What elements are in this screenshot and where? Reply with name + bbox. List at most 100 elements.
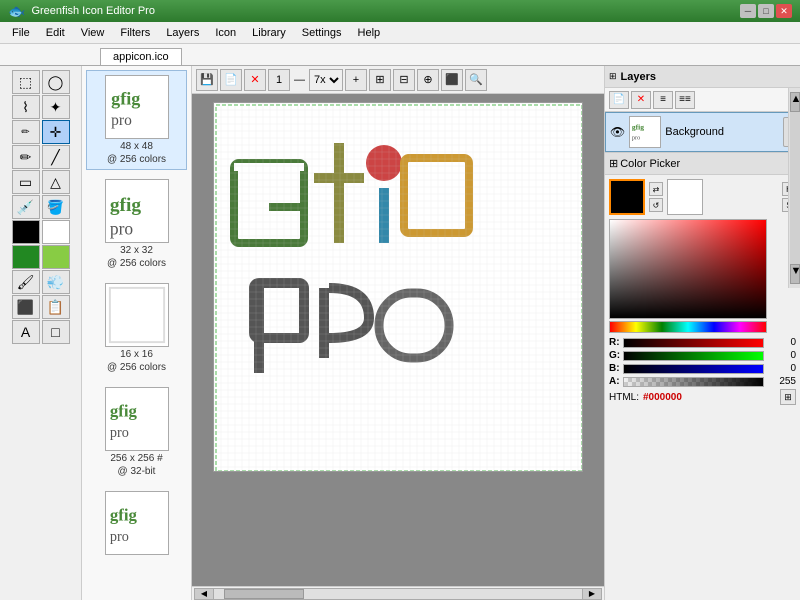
add-button[interactable]: + (345, 69, 367, 91)
lasso-tool[interactable]: ⌇ (12, 95, 40, 119)
right-panel: ⊞ Layers 📄 ✕ ≡ ≡≡ 👁 gfig pro (604, 66, 800, 600)
blue-value: 0 (768, 363, 796, 374)
delete-layer-button[interactable]: ✕ (631, 91, 651, 109)
layer-visibility-icon[interactable]: 👁 (610, 125, 625, 139)
hue-slider[interactable] (609, 321, 767, 333)
icon-item-48[interactable]: gfig pro 48 x 48 @ 256 colors (86, 70, 187, 170)
green-slider-row: G: 0 (609, 350, 796, 361)
layer-background[interactable]: 👁 gfig pro Background (605, 112, 800, 152)
alpha-slider[interactable] (623, 377, 764, 387)
tool-row-6: 💉 🪣 (2, 195, 79, 219)
foreground-color[interactable] (12, 220, 40, 244)
swap-colors-button[interactable]: ⇄ (649, 182, 663, 196)
color-picker-header[interactable]: ⊞ Color Picker (605, 153, 800, 175)
red-label: R: (609, 337, 619, 348)
layers-header[interactable]: ⊞ Layers (605, 66, 800, 88)
view-black-button[interactable]: ⬛ (441, 69, 463, 91)
close-icon-button[interactable]: ✕ (244, 69, 266, 91)
flood-fill-tool[interactable]: 🪣 (42, 195, 70, 219)
pixel-canvas[interactable]: // We'll draw the grid via JS below (213, 102, 583, 472)
scroll-up-btn[interactable]: ▲ (790, 92, 800, 112)
tool-row-3: ✏ ✛ (2, 120, 79, 144)
eraser-tool[interactable]: ✏ (12, 120, 40, 144)
icon-list-panel: gfig pro 48 x 48 @ 256 colors gfig pro 3… (82, 66, 192, 600)
new-button[interactable]: 📄 (220, 69, 242, 91)
spray-tool[interactable]: 💨 (42, 270, 70, 294)
menu-help[interactable]: Help (350, 25, 389, 41)
canvas-wrapper[interactable]: // We'll draw the grid via JS below (192, 94, 604, 586)
icon-colors-48: @ 256 colors (107, 154, 166, 165)
menu-layers[interactable]: Layers (158, 25, 207, 41)
smudge-tool[interactable]: ⬛ (12, 295, 40, 319)
icon-item-32[interactable]: gfig pro 32 x 32 @ 256 colors (86, 174, 187, 274)
view-mode-button[interactable]: ⊟ (393, 69, 415, 91)
windows-logo-button[interactable]: ⊞ (780, 389, 796, 405)
zoom-fit-button[interactable]: 🔍 (465, 69, 487, 91)
v-scroll-track[interactable] (790, 112, 800, 264)
merge-layer-button[interactable]: ≡ (653, 91, 673, 109)
canvas-area: 💾 📄 ✕ 1 — 7x 1x 2x 4x 8x + ⊞ ⊟ ⊕ ⬛ 🔍 (192, 66, 604, 600)
eyedropper-tool[interactable]: 💉 (12, 195, 40, 219)
menu-file[interactable]: File (4, 25, 38, 41)
background-swatch[interactable] (667, 179, 703, 215)
select-rect-tool[interactable]: ⬚ (12, 70, 40, 94)
new-layer-button[interactable]: 📄 (609, 91, 629, 109)
minimize-button[interactable]: ─ (740, 4, 756, 18)
tool-row-5: ▭ △ (2, 170, 79, 194)
triangle-tool[interactable]: △ (42, 170, 70, 194)
close-button[interactable]: ✕ (776, 4, 792, 18)
magic-wand-tool[interactable]: ✦ (42, 95, 70, 119)
svg-text:pro: pro (109, 218, 133, 238)
view-center-button[interactable]: ⊕ (417, 69, 439, 91)
menu-settings[interactable]: Settings (294, 25, 350, 41)
file-tab[interactable]: appicon.ico (100, 48, 182, 65)
icon-item-extra[interactable]: gfig pro (86, 486, 187, 564)
html-value[interactable]: #000000 (643, 392, 682, 403)
color-gradient-picker[interactable] (609, 219, 767, 319)
menu-library[interactable]: Library (244, 25, 294, 41)
move-tool[interactable]: ✛ (42, 120, 70, 144)
menu-icon[interactable]: Icon (207, 25, 244, 41)
select-ellipse-tool[interactable]: ◯ (42, 70, 70, 94)
scroll-down-btn[interactable]: ▼ (790, 264, 800, 284)
blue-slider[interactable] (623, 364, 764, 374)
svg-text:gfig: gfig (111, 88, 140, 108)
green-color[interactable] (12, 245, 40, 269)
menu-edit[interactable]: Edit (38, 25, 73, 41)
rectangle-tool[interactable]: ▭ (12, 170, 40, 194)
h-scroll-thumb[interactable] (224, 589, 304, 599)
layers-section: ⊞ Layers 📄 ✕ ≡ ≡≡ 👁 gfig pro (605, 66, 800, 153)
stamp-tool[interactable]: 📋 (42, 295, 70, 319)
h-scroll-track[interactable] (214, 588, 582, 600)
lime-color[interactable] (42, 245, 70, 269)
alpha-slider-row: A: 255 (609, 376, 796, 387)
red-slider[interactable] (623, 338, 764, 348)
maximize-button[interactable]: □ (758, 4, 774, 18)
size-button[interactable]: 1 (268, 69, 290, 91)
foreground-swatch[interactable] (609, 179, 645, 215)
icon-item-16[interactable]: 16 x 16 @ 256 colors (86, 278, 187, 378)
pixel-canvas-svg: // We'll draw the grid via JS below (213, 102, 583, 472)
scroll-left-btn[interactable]: ◀ (194, 588, 214, 600)
right-scrollbar[interactable]: ▲ ▼ (788, 88, 800, 288)
pencil-tool[interactable]: ✏ (12, 145, 40, 169)
background-color[interactable] (42, 220, 70, 244)
h-scrollbar[interactable]: ◀ ▶ (192, 586, 604, 600)
titlebar: 🐟 Greenfish Icon Editor Pro ─ □ ✕ (0, 0, 800, 22)
save-button[interactable]: 💾 (196, 69, 218, 91)
paint-brush-tool[interactable]: 🖌 (12, 270, 40, 294)
scroll-right-btn[interactable]: ▶ (582, 588, 602, 600)
zoom-select[interactable]: 7x 1x 2x 4x 8x (309, 69, 343, 91)
text-tool[interactable]: A (12, 320, 40, 344)
reset-colors-button[interactable]: ↺ (649, 198, 663, 212)
menu-filters[interactable]: Filters (112, 25, 158, 41)
view-grid-button[interactable]: ⊞ (369, 69, 391, 91)
extra-tool[interactable]: □ (42, 320, 70, 344)
icon-item-256[interactable]: gfig pro 256 x 256 # @ 32-bit (86, 382, 187, 482)
menu-view[interactable]: View (73, 25, 113, 41)
flatten-layer-button[interactable]: ≡≡ (675, 91, 695, 109)
green-slider[interactable] (623, 351, 764, 361)
line-tool[interactable]: ╱ (42, 145, 70, 169)
svg-text:pro: pro (632, 135, 640, 142)
html-color-row: HTML: #000000 ⊞ (609, 389, 796, 405)
